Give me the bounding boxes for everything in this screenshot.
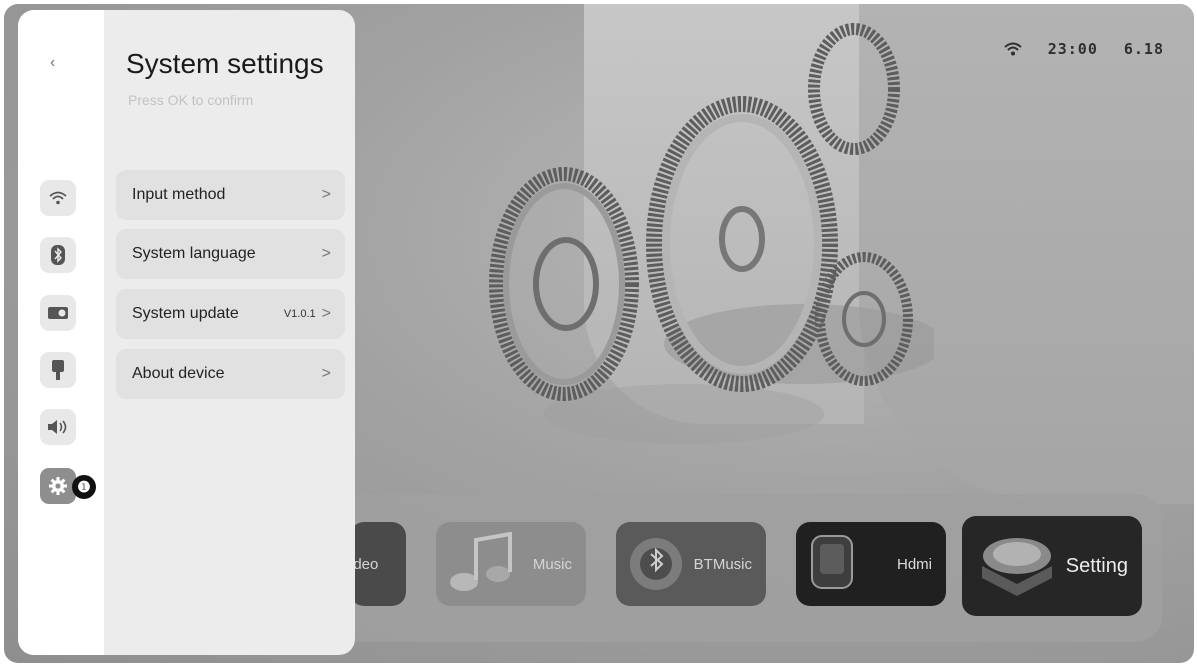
- menu-item-label: About device: [132, 365, 225, 382]
- date: 6.18: [1123, 40, 1164, 58]
- menu-item-input-method[interactable]: Input method >: [116, 170, 345, 220]
- rail-projector[interactable]: [40, 295, 76, 331]
- app-btmusic-label: BTMusic: [693, 555, 752, 573]
- app-hdmi[interactable]: Hdmi: [796, 522, 946, 606]
- stand-icon: [52, 360, 64, 380]
- chevron-right-icon: >: [321, 186, 331, 203]
- app-music-label: Music: [532, 555, 572, 573]
- back-icon[interactable]: ‹: [50, 54, 55, 72]
- callout-number: ❶: [77, 479, 91, 496]
- settings-panel: ‹ System settings Press OK to confirm In…: [18, 10, 355, 655]
- chevron-right-icon: >: [321, 305, 331, 322]
- page-subtitle: Press OK to confirm: [128, 92, 254, 108]
- settings-rail: ‹: [18, 10, 104, 655]
- rail-stand[interactable]: [40, 352, 76, 388]
- callout-number-badge: ❶: [72, 475, 96, 499]
- app-setting-label: Setting: [1065, 554, 1128, 577]
- menu-item-about-device[interactable]: About device >: [116, 349, 345, 399]
- wifi-icon: [49, 191, 67, 205]
- rail-settings[interactable]: [40, 468, 76, 504]
- rail-sound[interactable]: [40, 409, 76, 445]
- wifi-icon: [1004, 42, 1022, 56]
- settings-box-icon: [982, 538, 1052, 596]
- gear-icon: [49, 477, 67, 495]
- app-setting[interactable]: Setting: [962, 516, 1142, 616]
- menu-item-label: System update: [132, 305, 239, 322]
- app-music[interactable]: Music: [436, 522, 586, 606]
- bluetooth-icon: [51, 245, 65, 265]
- menu-item-system-language[interactable]: System language >: [116, 229, 345, 279]
- version-value: V1.0.1: [283, 308, 316, 320]
- chevron-right-icon: >: [321, 245, 331, 262]
- music-note-icon: [450, 532, 512, 591]
- projector-icon: [48, 307, 68, 319]
- clock: 23:00: [1047, 40, 1098, 58]
- menu-item-label: Input method: [132, 186, 226, 203]
- bluetooth-speaker-icon: [630, 538, 682, 590]
- chevron-right-icon: >: [321, 365, 331, 382]
- app-video[interactable]: ideo: [350, 522, 406, 606]
- rail-wifi[interactable]: [40, 180, 76, 216]
- app-hdmi-label: Hdmi: [896, 555, 932, 573]
- rail-bluetooth[interactable]: [40, 237, 76, 273]
- page-title: System settings: [126, 48, 324, 79]
- gears-illustration: [489, 23, 934, 444]
- speaker-icon: [48, 420, 67, 434]
- menu-item-system-update[interactable]: System update V1.0.1 >: [116, 289, 345, 339]
- hdmi-icon: [811, 535, 853, 589]
- status-bar: 23:00 6.18: [1004, 40, 1164, 58]
- app-btmusic[interactable]: BTMusic: [616, 522, 766, 606]
- menu-item-label: System language: [132, 245, 256, 262]
